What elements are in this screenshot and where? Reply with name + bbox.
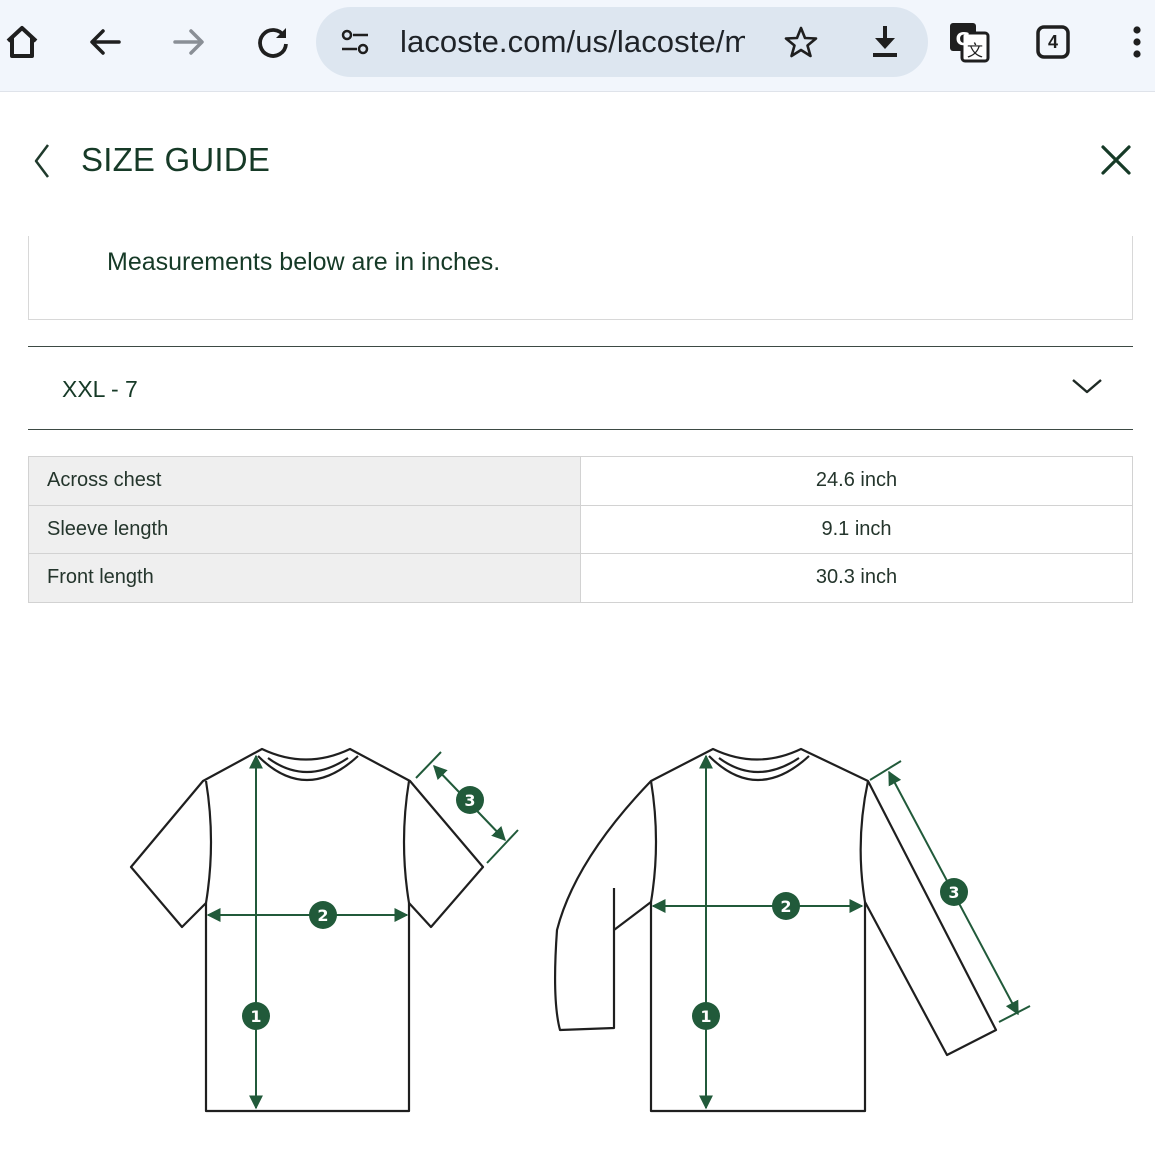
table-row: Front length 30.3 inch <box>28 553 1133 603</box>
measurement-label: Sleeve length <box>28 504 581 554</box>
svg-text:3: 3 <box>464 791 475 810</box>
url-text[interactable]: lacoste.com/us/lacoste/m <box>400 25 745 59</box>
table-row: Sleeve length 9.1 inch <box>28 504 1133 554</box>
measurement-value: 30.3 inch <box>580 553 1133 603</box>
measurement-note: Measurements below are in inches. <box>107 248 501 276</box>
measure-marker-3: 3 <box>456 786 484 814</box>
table-row: Across chest 24.6 inch <box>28 456 1133 506</box>
measure-marker-1: 1 <box>692 1002 720 1030</box>
address-bar[interactable]: lacoste.com/us/lacoste/m <box>316 7 928 77</box>
more-menu-icon[interactable] <box>1109 14 1155 70</box>
long-sleeve-shirt <box>553 747 998 1113</box>
measurement-note-box: Measurements below are in inches. <box>28 236 1133 320</box>
translate-icon[interactable]: G文 <box>941 14 997 70</box>
svg-text:文: 文 <box>967 41 983 60</box>
measure-marker-3: 3 <box>940 878 968 906</box>
back-arrow-icon[interactable] <box>77 14 133 70</box>
reload-icon[interactable] <box>245 14 301 70</box>
back-chevron-icon[interactable] <box>24 138 60 184</box>
download-icon[interactable] <box>868 23 902 64</box>
measure-marker-2: 2 <box>772 892 800 920</box>
garment-measurement-diagram: 1 2 3 1 2 3 <box>129 747 1031 1113</box>
site-settings-icon[interactable] <box>338 25 372 64</box>
size-dropdown-value: XXL - 7 <box>62 376 138 402</box>
measurement-label: Across chest <box>28 456 581 506</box>
home-icon[interactable] <box>0 14 50 70</box>
tab-count: 4 <box>1047 32 1058 52</box>
measurement-value: 9.1 inch <box>580 504 1133 554</box>
measurement-value: 24.6 inch <box>580 456 1133 506</box>
svg-text:2: 2 <box>317 906 328 925</box>
bookmark-star-icon[interactable] <box>784 25 818 64</box>
svg-text:2: 2 <box>780 897 791 916</box>
long-sleeve-measure-lines <box>651 754 1031 1110</box>
svg-text:1: 1 <box>250 1007 261 1026</box>
measure-marker-2: 2 <box>309 901 337 929</box>
chevron-down-icon <box>1070 375 1104 402</box>
tab-switcher-icon[interactable]: 4 <box>1025 14 1081 70</box>
svg-text:1: 1 <box>700 1007 711 1026</box>
measurement-table: Across chest 24.6 inch Sleeve length 9.1… <box>28 456 1133 603</box>
svg-text:3: 3 <box>948 883 959 902</box>
short-sleeve-tshirt <box>129 747 485 1113</box>
browser-toolbar: lacoste.com/us/lacoste/m G文 4 <box>0 0 1155 92</box>
size-guide-title: SIZE GUIDE <box>81 141 271 178</box>
close-icon[interactable] <box>1096 140 1136 180</box>
measurement-label: Front length <box>28 553 581 603</box>
size-dropdown[interactable]: XXL - 7 <box>28 346 1133 430</box>
forward-arrow-icon[interactable] <box>161 14 217 70</box>
measure-marker-1: 1 <box>242 1002 270 1030</box>
